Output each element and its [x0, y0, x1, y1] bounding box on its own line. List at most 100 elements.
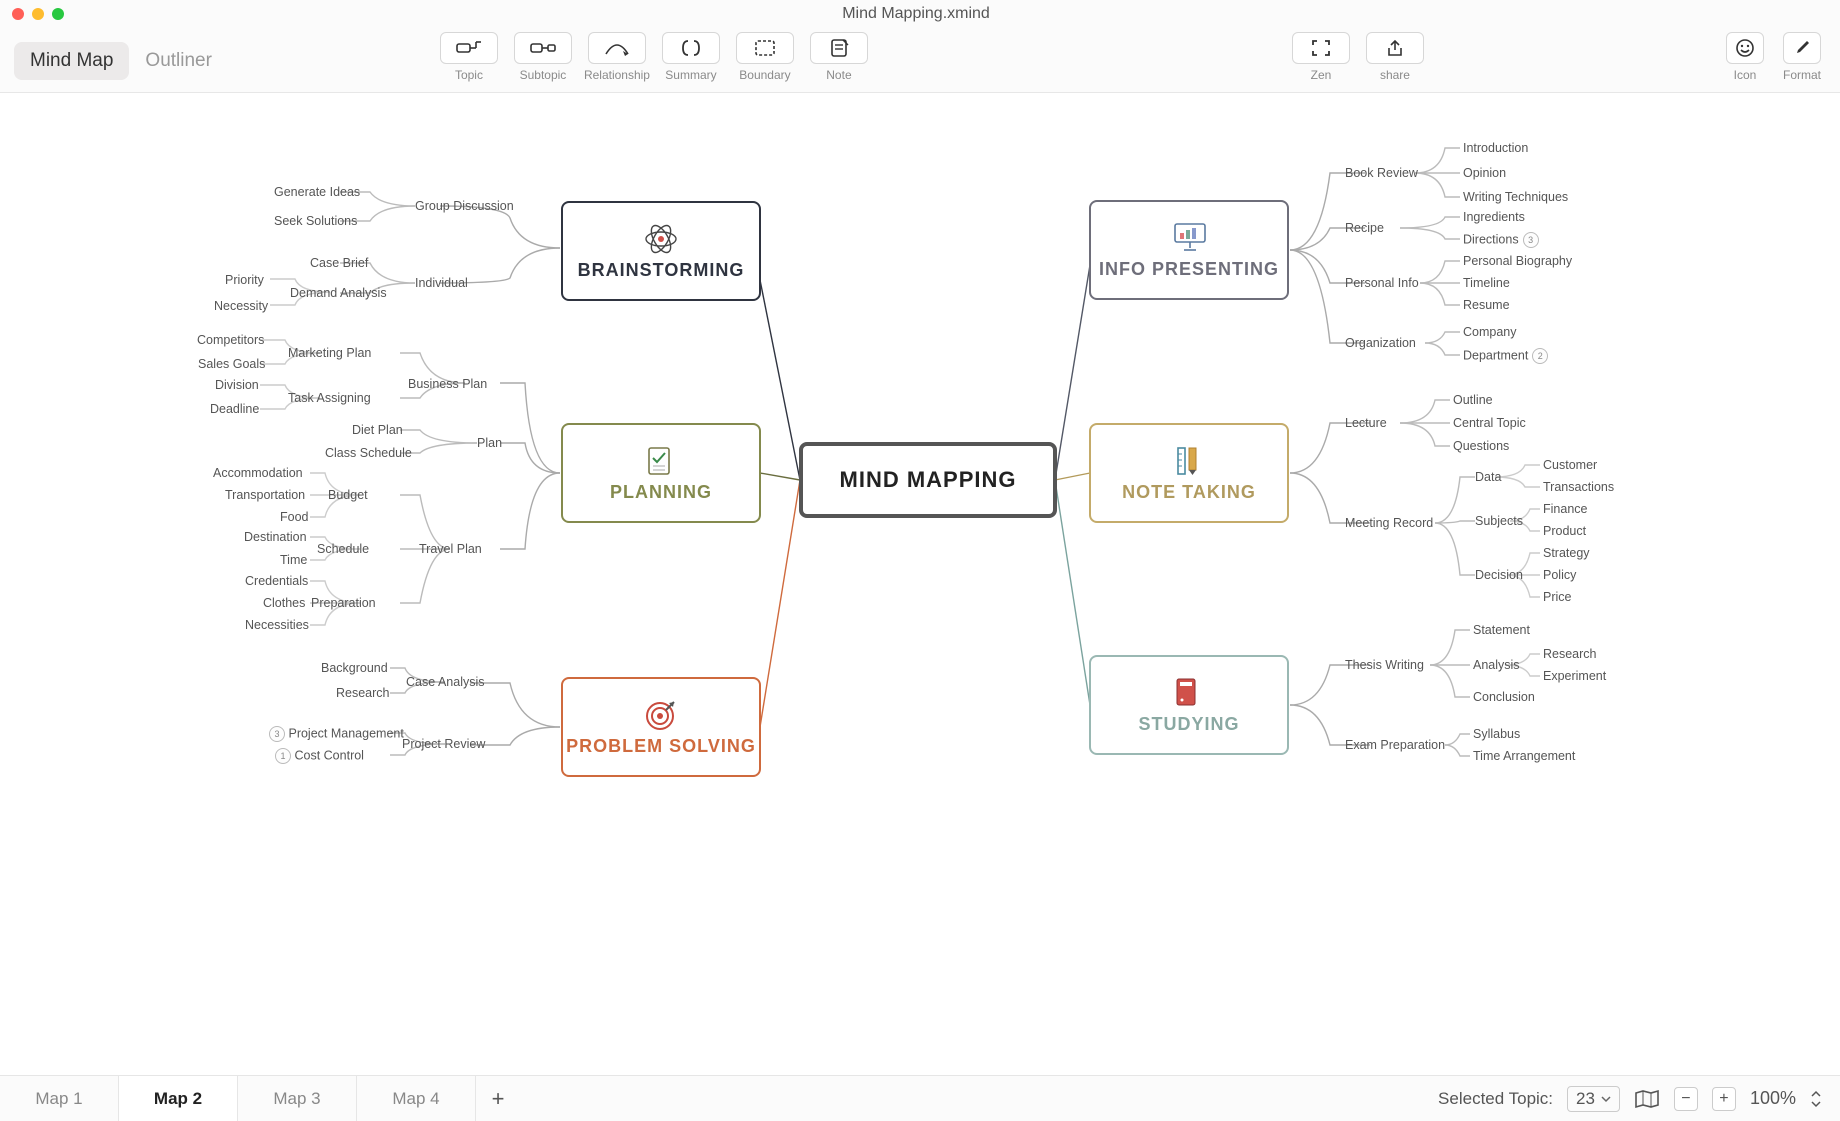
node-meeting-record[interactable]: Meeting Record	[1345, 516, 1433, 530]
node-class-schedule[interactable]: Class Schedule	[325, 446, 412, 460]
node-exam-preparation[interactable]: Exam Preparation	[1345, 738, 1445, 752]
node-book-review[interactable]: Book Review	[1345, 166, 1418, 180]
node-demand-analysis[interactable]: Demand Analysis	[290, 286, 387, 300]
node-company[interactable]: Company	[1463, 325, 1517, 339]
add-sheet-button[interactable]: +	[476, 1086, 520, 1112]
node-syllabus[interactable]: Syllabus	[1473, 727, 1520, 741]
node-necessities[interactable]: Necessities	[245, 618, 309, 632]
format-button[interactable]	[1783, 32, 1821, 64]
node-destination[interactable]: Destination	[244, 530, 307, 544]
node-policy[interactable]: Policy	[1543, 568, 1576, 582]
node-questions[interactable]: Questions	[1453, 439, 1509, 453]
node-time[interactable]: Time	[280, 553, 307, 567]
topic-planning[interactable]: PLANNING	[561, 423, 761, 523]
node-opinion[interactable]: Opinion	[1463, 166, 1506, 180]
tab-outliner[interactable]: Outliner	[129, 42, 228, 80]
map-overview-icon[interactable]	[1634, 1088, 1660, 1110]
node-cost-control[interactable]: 1 Cost Control	[271, 748, 364, 764]
node-research-ps[interactable]: Research	[336, 686, 390, 700]
node-schedule[interactable]: Schedule	[317, 542, 369, 556]
node-seek-solutions[interactable]: Seek Solutions	[274, 214, 357, 228]
node-price[interactable]: Price	[1543, 590, 1571, 604]
central-topic[interactable]: MIND MAPPING	[799, 442, 1057, 518]
node-analysis[interactable]: Analysis	[1473, 658, 1520, 672]
topic-info-presenting[interactable]: INFO PRESENTING	[1089, 200, 1289, 300]
minimize-window-button[interactable]	[32, 8, 44, 20]
node-writing-techniques[interactable]: Writing Techniques	[1463, 190, 1568, 204]
node-marketing-plan[interactable]: Marketing Plan	[288, 346, 371, 360]
node-central-topic[interactable]: Central Topic	[1453, 416, 1526, 430]
sheet-tab-2[interactable]: Map 2	[119, 1076, 238, 1121]
node-finance[interactable]: Finance	[1543, 502, 1587, 516]
node-personal-info[interactable]: Personal Info	[1345, 276, 1419, 290]
summary-button[interactable]	[662, 32, 720, 64]
node-experiment[interactable]: Experiment	[1543, 669, 1606, 683]
sheet-tab-1[interactable]: Map 1	[0, 1076, 119, 1121]
zoom-in-button[interactable]: +	[1712, 1087, 1736, 1111]
node-directions[interactable]: Directions3	[1463, 232, 1539, 248]
mind-map-canvas[interactable]: MIND MAPPING BRAINSTORMING Group Discuss…	[0, 93, 1840, 1081]
node-travel-plan[interactable]: Travel Plan	[419, 542, 482, 556]
node-recipe[interactable]: Recipe	[1345, 221, 1384, 235]
node-plan[interactable]: Plan	[477, 436, 502, 450]
tab-mind-map[interactable]: Mind Map	[14, 42, 129, 80]
node-lecture[interactable]: Lecture	[1345, 416, 1387, 430]
node-strategy[interactable]: Strategy	[1543, 546, 1590, 560]
node-data[interactable]: Data	[1475, 470, 1501, 484]
node-time-arrangement[interactable]: Time Arrangement	[1473, 749, 1575, 763]
node-decision[interactable]: Decision	[1475, 568, 1523, 582]
node-transactions[interactable]: Transactions	[1543, 480, 1614, 494]
note-button[interactable]	[810, 32, 868, 64]
topic-brainstorming[interactable]: BRAINSTORMING	[561, 201, 761, 301]
node-priority[interactable]: Priority	[225, 273, 264, 287]
relationship-button[interactable]	[588, 32, 646, 64]
node-outline[interactable]: Outline	[1453, 393, 1493, 407]
node-necessity[interactable]: Necessity	[214, 299, 268, 313]
node-resume[interactable]: Resume	[1463, 298, 1510, 312]
node-case-brief[interactable]: Case Brief	[310, 256, 368, 270]
node-business-plan[interactable]: Business Plan	[408, 377, 487, 391]
node-timeline[interactable]: Timeline	[1463, 276, 1510, 290]
node-personal-biography[interactable]: Personal Biography	[1463, 254, 1572, 268]
node-organization[interactable]: Organization	[1345, 336, 1416, 350]
boundary-button[interactable]	[736, 32, 794, 64]
node-diet-plan[interactable]: Diet Plan	[352, 423, 403, 437]
node-generate-ideas[interactable]: Generate Ideas	[274, 185, 360, 199]
topic-note-taking[interactable]: NOTE TAKING	[1089, 423, 1289, 523]
selected-count-dropdown[interactable]: 23	[1567, 1086, 1620, 1112]
node-background[interactable]: Background	[321, 661, 388, 675]
node-statement[interactable]: Statement	[1473, 623, 1530, 637]
sheet-tab-4[interactable]: Map 4	[357, 1076, 476, 1121]
zen-button[interactable]	[1292, 32, 1350, 64]
node-conclusion[interactable]: Conclusion	[1473, 690, 1535, 704]
node-individual[interactable]: Individual	[415, 276, 468, 290]
sheet-tab-3[interactable]: Map 3	[238, 1076, 357, 1121]
node-competitors[interactable]: Competitors	[197, 333, 264, 347]
topic-studying[interactable]: STUDYING	[1089, 655, 1289, 755]
node-deadline[interactable]: Deadline	[210, 402, 259, 416]
subtopic-button[interactable]	[514, 32, 572, 64]
node-ingredients[interactable]: Ingredients	[1463, 210, 1525, 224]
share-button[interactable]	[1366, 32, 1424, 64]
node-accommodation[interactable]: Accommodation	[213, 466, 303, 480]
topic-button[interactable]	[440, 32, 498, 64]
node-research-st[interactable]: Research	[1543, 647, 1597, 661]
node-thesis-writing[interactable]: Thesis Writing	[1345, 658, 1424, 672]
node-clothes[interactable]: Clothes	[263, 596, 305, 610]
node-preparation[interactable]: Preparation	[311, 596, 376, 610]
topic-problem-solving[interactable]: PROBLEM SOLVING	[561, 677, 761, 777]
close-window-button[interactable]	[12, 8, 24, 20]
node-transportation[interactable]: Transportation	[225, 488, 305, 502]
node-customer[interactable]: Customer	[1543, 458, 1597, 472]
node-group-discussion[interactable]: Group Discussion	[415, 199, 514, 213]
node-department[interactable]: Department2	[1463, 348, 1548, 364]
node-food[interactable]: Food	[280, 510, 309, 524]
node-sales-goals[interactable]: Sales Goals	[198, 357, 265, 371]
node-subjects[interactable]: Subjects	[1475, 514, 1523, 528]
icon-button[interactable]	[1726, 32, 1764, 64]
node-credentials[interactable]: Credentials	[245, 574, 308, 588]
node-project-review[interactable]: Project Review	[402, 737, 485, 751]
node-budget[interactable]: Budget	[328, 488, 368, 502]
zoom-out-button[interactable]: −	[1674, 1087, 1698, 1111]
node-task-assigning[interactable]: Task Assigning	[288, 391, 371, 405]
